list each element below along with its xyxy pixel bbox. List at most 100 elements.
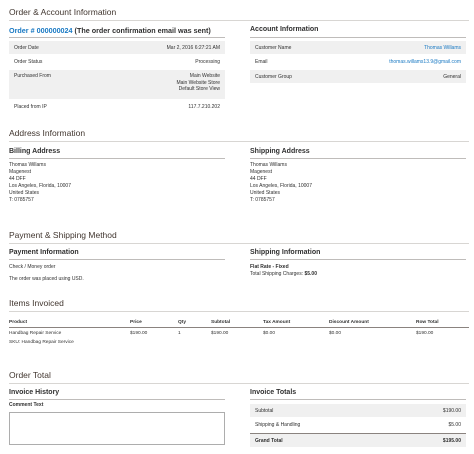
shipping-handling-value: $5.00 <box>448 422 461 428</box>
item-price: $190.00 <box>130 331 148 336</box>
customer-name-link[interactable]: Thomas Willams <box>424 45 461 51</box>
col-price: Price <box>130 320 142 325</box>
billing-header-divider <box>9 158 225 159</box>
order-number-link[interactable]: Order # 000000024 <box>9 26 73 35</box>
shipping-info-title: Shipping Information <box>250 249 321 256</box>
col-product: Product <box>9 320 28 325</box>
payment-shipping-section-title: Payment & Shipping Method <box>9 230 117 240</box>
customer-name-row: Customer Name Thomas Willams <box>250 41 466 54</box>
address-section-title: Address Information <box>9 128 86 138</box>
shipping-line: 44 DFF <box>250 176 267 182</box>
payment-info-title: Payment Information <box>9 249 79 256</box>
comment-textarea[interactable] <box>9 412 225 445</box>
section-divider <box>9 311 469 312</box>
invoice-totals-table: Subtotal $190.00 Shipping & Handling $5.… <box>250 404 466 447</box>
item-discount: $0.00 <box>329 331 342 336</box>
billing-line: 44 DFF <box>9 176 26 182</box>
placed-from-ip-row: Placed from IP 117.7.210.202 <box>9 99 225 115</box>
shipping-line: United States <box>250 190 281 196</box>
order-status-label: Order Status <box>14 59 43 65</box>
invoice-history-divider <box>9 399 225 400</box>
order-total-section-title: Order Total <box>9 370 51 380</box>
item-tax: $0.00 <box>263 331 276 336</box>
section-divider <box>9 20 469 21</box>
shipping-header-divider <box>250 158 466 159</box>
section-divider <box>9 383 469 384</box>
order-date-value: Mar 2, 2016 6:27:21 AM <box>166 44 220 51</box>
items-section-title: Items Invoiced <box>9 298 64 308</box>
subtotal-row: Subtotal $190.00 <box>250 404 466 417</box>
invoice-totals-divider <box>250 399 466 400</box>
billing-line: Los Angeles, Florida, 10007 <box>9 183 71 189</box>
billing-address-block: Thomas Willams Magenest 44 DFF Los Angel… <box>9 162 71 204</box>
shipping-line: Los Angeles, Florida, 10007 <box>250 183 312 189</box>
section-divider <box>9 243 469 244</box>
shipping-line: Thomas Willams <box>250 162 287 168</box>
shipping-handling-row: Shipping & Handling $5.00 <box>250 417 466 433</box>
item-subtotal: $190.00 <box>211 331 229 336</box>
account-header-divider <box>250 37 466 38</box>
subtotal-value: $190.00 <box>442 407 461 414</box>
email-label: Email <box>255 59 268 65</box>
billing-address-title: Billing Address <box>9 148 61 155</box>
payment-method: Check / Money order <box>9 264 56 270</box>
order-header-divider <box>9 37 225 38</box>
grand-total-label: Grand Total <box>255 437 283 444</box>
billing-line: United States <box>9 190 40 196</box>
shipping-handling-label: Shipping & Handling <box>255 422 301 428</box>
col-tax-amount: Tax Amount <box>263 320 291 325</box>
shipping-line: Magenest <box>250 169 272 175</box>
billing-line: T: 0785757 <box>9 197 34 203</box>
payment-header-divider <box>9 259 225 260</box>
placed-from-ip-label: Placed from IP <box>14 104 47 110</box>
customer-name-label: Customer Name <box>255 44 292 51</box>
col-row-total: Row Total <box>416 320 439 325</box>
order-date-label: Order Date <box>14 44 39 51</box>
order-status-value: Processing <box>195 59 220 65</box>
item-product-name: Handbag Repair Service <box>9 331 62 336</box>
item-product: Handbag Repair Service SKU: Handbag Repa… <box>9 328 130 345</box>
account-info-title: Account Information <box>250 26 319 33</box>
shipping-info-divider <box>250 259 466 260</box>
shipping-charges: Total Shipping Charges: $5.00 <box>250 271 317 277</box>
items-table: Product Price Qty Subtotal Tax Amount Di… <box>9 320 469 345</box>
col-subtotal: Subtotal <box>211 320 231 325</box>
customer-group-value: General <box>443 73 461 80</box>
order-header: Order # 000000024 (The order confirmatio… <box>9 26 211 35</box>
order-date-row: Order Date Mar 2, 2016 6:27:21 AM <box>9 41 225 54</box>
shipping-rate: Flat Rate - Fixed <box>250 264 289 270</box>
placed-from-ip-value: 117.7.210.202 <box>188 104 220 110</box>
email-link[interactable]: thomas.willams13.9@gmail.com <box>389 59 461 65</box>
account-info-table: Customer Name Thomas Willams Email thoma… <box>250 41 466 83</box>
customer-group-label: Customer Group <box>255 73 292 80</box>
grand-total-row: Grand Total $195.00 <box>250 433 466 447</box>
billing-line: Thomas Willams <box>9 162 46 168</box>
order-status-row: Order Status Processing <box>9 54 225 70</box>
billing-line: Magenest <box>9 169 31 175</box>
shipping-address-block: Thomas Willams Magenest 44 DFF Los Angel… <box>250 162 312 204</box>
customer-group-row: Customer Group General <box>250 70 466 83</box>
order-account-section-title: Order & Account Information <box>9 7 117 17</box>
shipping-address-title: Shipping Address <box>250 148 310 155</box>
subtotal-label: Subtotal <box>255 407 274 414</box>
order-email-status: (The order confirmation email was sent) <box>72 26 211 35</box>
purchased-from-label: Purchased From <box>14 73 51 79</box>
purchased-from-row: Purchased From Main Website Main Website… <box>9 70 225 99</box>
grand-total-value: $195.00 <box>442 437 461 444</box>
payment-currency-note: The order was placed using USD. <box>9 276 84 282</box>
table-row: Handbag Repair Service SKU: Handbag Repa… <box>9 328 469 345</box>
section-divider <box>9 141 469 142</box>
email-row: Email thomas.willams13.9@gmail.com <box>250 54 466 70</box>
shipping-line: T: 0785757 <box>250 197 275 203</box>
col-qty: Qty <box>178 320 186 325</box>
item-sku: SKU: Handbag Repair Service <box>9 340 74 345</box>
invoice-totals-title: Invoice Totals <box>250 389 297 396</box>
item-qty: 1 <box>178 331 181 336</box>
comment-text-label: Comment Text <box>9 402 44 408</box>
items-header-row: Product Price Qty Subtotal Tax Amount Di… <box>9 320 469 328</box>
item-row-total: $190.00 <box>416 331 434 336</box>
invoice-history-title: Invoice History <box>9 389 60 396</box>
purchased-from-value: Main Website Main Website Store Default … <box>176 73 220 92</box>
col-discount-amount: Discount Amount <box>329 320 369 325</box>
order-info-table: Order Date Mar 2, 2016 6:27:21 AM Order … <box>9 41 225 115</box>
